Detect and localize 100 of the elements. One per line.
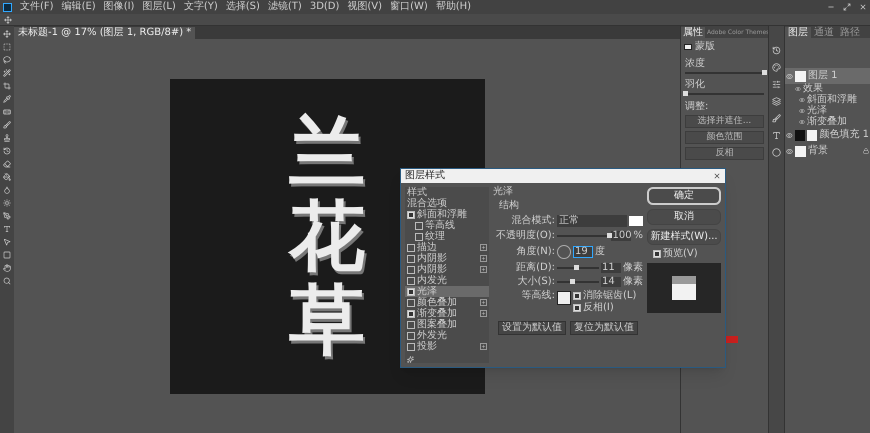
pen-icon[interactable] [3,212,11,220]
style-list-item[interactable]: 渐变叠加 [405,308,489,319]
layers-icon[interactable] [772,97,781,106]
bucket-icon[interactable] [3,173,11,181]
menu-item[interactable]: 编辑(E) [62,2,96,12]
checkbox[interactable] [573,292,581,300]
layer-row[interactable]: 颜色填充 1 [785,127,870,143]
rectangle-icon[interactable] [3,251,11,259]
menu-item[interactable]: 文字(Y) [184,2,218,12]
checkbox[interactable] [407,210,415,218]
blend-mode-dropdown[interactable]: 正常 [557,215,627,227]
zoom-icon[interactable] [3,277,11,285]
style-list-item[interactable]: 内阴影 [405,253,489,264]
move-icon[interactable] [3,30,11,38]
checkbox[interactable] [573,304,581,312]
menu-item[interactable]: 3D(D) [310,2,340,12]
checkbox[interactable] [407,320,415,328]
eye-icon[interactable] [799,97,805,103]
stamp-icon[interactable] [3,134,11,142]
eye-icon[interactable] [795,86,801,92]
checkbox[interactable] [407,342,415,350]
value-field[interactable]: 100 [611,231,632,241]
slider-thumb[interactable] [683,91,688,96]
dialog-button[interactable]: 确定 [647,187,721,205]
eyedropper-icon[interactable] [3,95,11,103]
checkbox[interactable] [407,254,415,262]
properties-button[interactable]: 选择并遮住... [685,115,764,128]
panel-tab[interactable]: 通道 [811,27,837,38]
style-list-item[interactable]: 颜色叠加 [405,297,489,308]
value-field[interactable]: 11 [601,263,621,273]
lasso-icon[interactable] [3,56,11,64]
add-icon[interactable] [480,266,487,273]
effects-icon[interactable] [407,356,414,363]
eraser-icon[interactable] [3,160,11,168]
angle-dial[interactable] [557,245,571,259]
history-brush-icon[interactable] [3,147,11,155]
add-icon[interactable] [480,343,487,350]
circle-icon[interactable] [772,148,781,157]
move-icon[interactable] [4,16,12,24]
layer-row[interactable]: 背景 [785,143,870,159]
menu-item[interactable]: 图像(I) [104,2,134,12]
hand-icon[interactable] [3,264,11,272]
layer-row[interactable]: 图层 1 [785,68,870,84]
palette-icon[interactable] [772,63,781,72]
dialog-button[interactable]: 取消 [647,209,721,225]
add-icon[interactable] [480,255,487,262]
crop-icon[interactable] [3,82,11,90]
checkbox[interactable] [407,332,415,340]
panel-tab[interactable]: 属性 [681,27,705,38]
style-list-item[interactable]: 样式 [405,187,489,198]
marquee-icon[interactable] [3,43,11,51]
menu-item[interactable]: 选择(S) [226,2,260,12]
menu-item[interactable]: 文件(F) [20,2,54,12]
menu-item[interactable]: 窗口(W) [390,2,428,12]
eye-icon[interactable] [799,108,805,114]
brush-icon[interactable] [3,121,11,129]
style-list-item[interactable]: 等高线 [405,220,489,231]
eye-icon[interactable] [786,72,793,80]
style-list-item[interactable]: 纹理 [405,231,489,242]
type-icon[interactable] [772,131,781,140]
slider-thumb[interactable] [570,279,575,284]
style-list-item[interactable]: 外发光 [405,330,489,341]
close-icon[interactable] [713,172,721,180]
checkbox[interactable] [407,288,415,296]
dodge-icon[interactable] [3,199,11,207]
checkbox[interactable] [407,266,415,274]
add-icon[interactable] [480,299,487,306]
checkbox[interactable] [407,276,415,284]
slider-thumb[interactable] [607,233,612,238]
style-list-item[interactable]: 投影 [405,341,489,352]
slider-thumb[interactable] [574,265,579,270]
panel-tab[interactable]: 图层 [785,27,811,38]
style-list-item[interactable]: 描边 [405,242,489,253]
document-tab[interactable]: 未标题-1 @ 17% (图层 1, RGB/8#) * [14,27,196,39]
color-swatch[interactable] [629,216,643,226]
sliders-icon[interactable] [772,80,781,89]
checkbox[interactable] [653,250,661,258]
panel-tab[interactable]: 路径 [837,27,863,38]
maximize-icon[interactable] [843,3,851,11]
eye-icon[interactable] [799,119,805,125]
style-list-item[interactable]: 光泽 [405,286,489,297]
bandage-icon[interactable] [3,108,11,116]
add-icon[interactable] [480,310,487,317]
value-field[interactable]: 14 [601,277,621,287]
checkbox[interactable] [415,232,423,240]
value-field[interactable]: 19 [573,246,593,258]
properties-button[interactable]: 反相 [685,147,764,160]
menu-item[interactable]: 视图(V) [347,2,382,12]
brush-icon[interactable] [772,114,781,123]
style-list-item[interactable]: 斜面和浮雕 [405,209,489,220]
contour-preview[interactable] [557,291,571,305]
eye-icon[interactable] [786,148,793,154]
checkbox[interactable] [415,222,423,230]
dialog-button[interactable]: 新建样式(W)... [647,229,721,245]
checkbox[interactable] [407,298,415,306]
pointer-icon[interactable] [3,238,11,246]
add-icon[interactable] [480,244,487,251]
droplet-icon[interactable] [3,186,11,194]
history-icon[interactable] [772,46,781,55]
wand-icon[interactable] [3,69,11,77]
